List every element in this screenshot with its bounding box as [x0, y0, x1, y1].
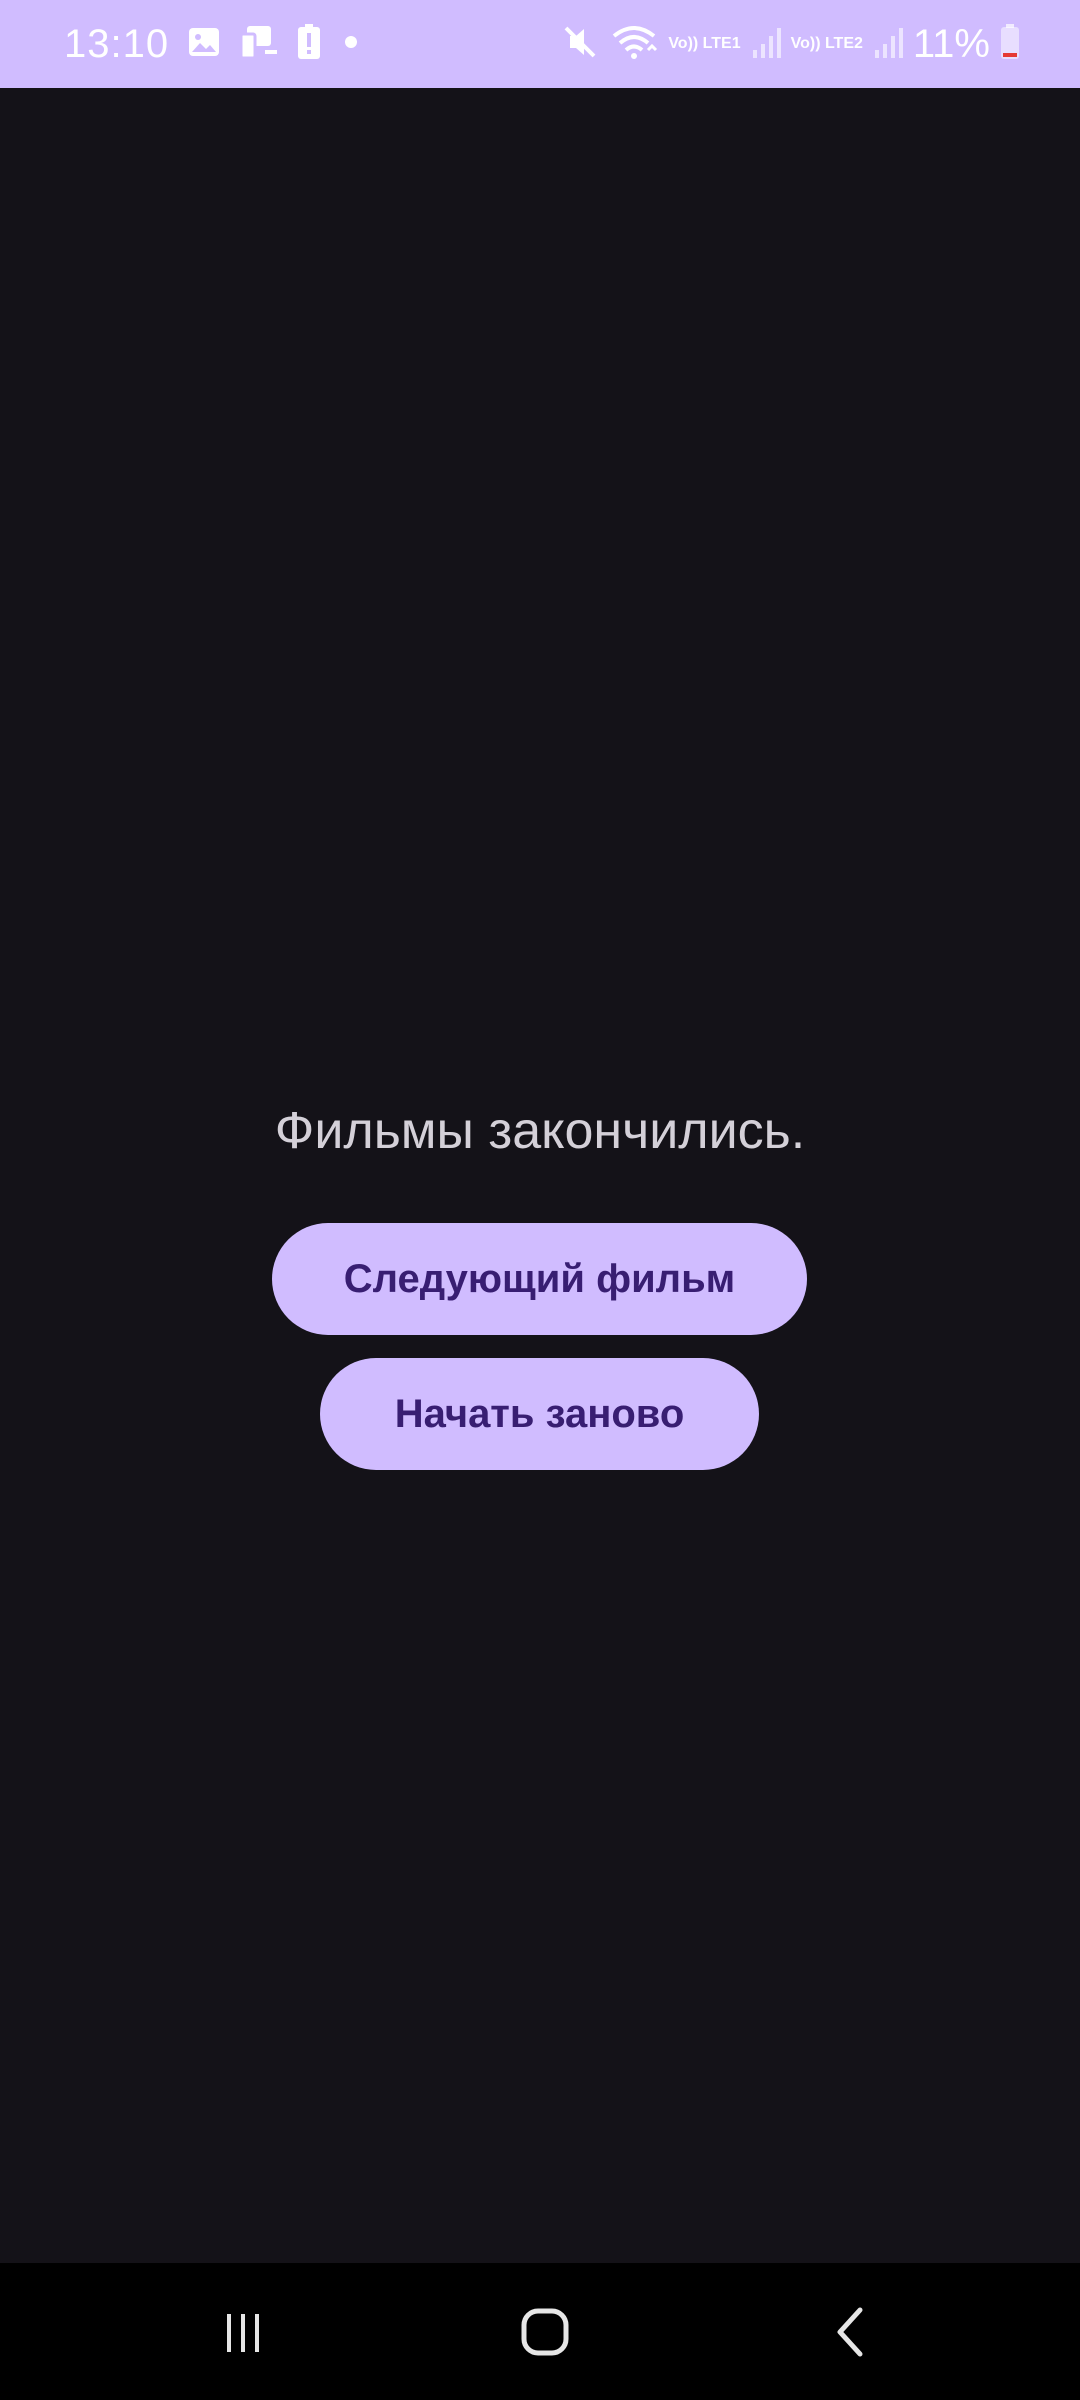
next-movie-button[interactable]: Следующий фильм	[272, 1223, 807, 1335]
status-bar: 13:10 Vo)) LTE1 Vo)) LTE2 11%	[0, 0, 1080, 88]
signal-icon	[873, 24, 903, 65]
signal-icon	[751, 24, 781, 65]
wifi-icon	[610, 22, 658, 67]
devices-icon	[239, 24, 279, 65]
main-content: Фильмы закончились. Следующий фильм Нача…	[0, 88, 1080, 2263]
battery-alert-icon	[297, 23, 321, 65]
status-left: 13:10	[64, 0, 363, 88]
navigation-bar	[0, 2263, 1080, 2400]
empty-message: Фильмы закончились.	[274, 1102, 806, 1160]
battery-percent: 11%	[912, 21, 990, 66]
sim2-label: Vo)) LTE2	[790, 35, 863, 52]
recent-apps-icon[interactable]	[183, 2263, 303, 2400]
dot-icon	[339, 30, 363, 59]
back-icon[interactable]	[790, 2263, 910, 2400]
mute-icon	[560, 22, 600, 67]
gallery-icon	[187, 25, 221, 64]
home-icon[interactable]	[485, 2263, 605, 2400]
battery-icon	[1000, 23, 1020, 65]
restart-button[interactable]: Начать заново	[320, 1358, 759, 1470]
status-right: Vo)) LTE1 Vo)) LTE2 11%	[560, 0, 1020, 88]
status-time: 13:10	[64, 21, 170, 66]
sim1-label: Vo)) LTE1	[668, 35, 741, 52]
